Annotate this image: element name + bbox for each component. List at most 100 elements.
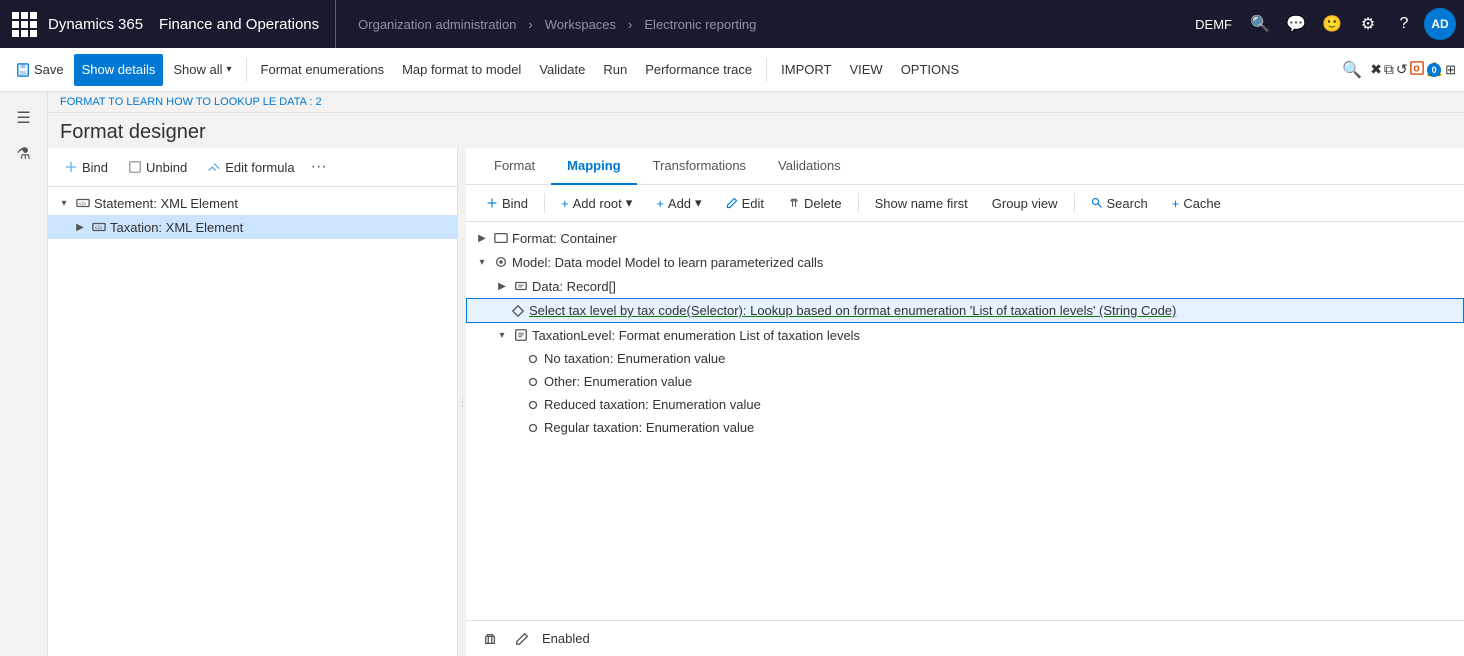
cache-button[interactable]: + Cache — [1164, 192, 1229, 215]
user-avatar[interactable]: AD — [1424, 8, 1456, 40]
toolbar-divider-1 — [246, 58, 247, 82]
statement-expand-icon[interactable]: ▾ — [56, 195, 72, 211]
edit-formula-icon — [207, 160, 221, 174]
tab-mapping[interactable]: Mapping — [551, 148, 636, 185]
tab-validations[interactable]: Validations — [762, 148, 857, 185]
bottom-bar: Enabled — [466, 620, 1464, 656]
breadcrumb-sep1: › — [528, 17, 532, 32]
restore-icon[interactable]: ⧉ — [1384, 61, 1394, 78]
page-header: Format designer — [48, 113, 1464, 148]
more-options-button[interactable]: ··· — [307, 154, 331, 180]
tabs-bar: Format Mapping Transformations Validatio… — [466, 148, 1464, 185]
group-view-button[interactable]: Group view — [984, 192, 1066, 215]
toolbar-divider-2 — [766, 58, 767, 82]
cross-icon[interactable]: ✖ — [1370, 61, 1382, 78]
search-button[interactable]: Search — [1083, 192, 1156, 215]
add-root-plus-icon: + — [561, 196, 569, 211]
save-button[interactable]: Save — [8, 54, 72, 86]
edit-formula-button[interactable]: Edit formula — [199, 156, 302, 179]
chat-icon[interactable]: 💬 — [1280, 8, 1312, 40]
help-icon[interactable]: ? — [1388, 8, 1420, 40]
grid-icon[interactable]: ⊞ — [1445, 62, 1456, 78]
settings-nav-icon[interactable]: ⚙ — [1352, 8, 1384, 40]
breadcrumb-workspaces[interactable]: Workspaces — [545, 17, 616, 32]
performance-trace-button[interactable]: Performance trace — [637, 54, 760, 86]
left-panel: Bind Unbind Edit formula ··· ▾ — [48, 148, 458, 656]
search-nav-icon[interactable]: 🔍 — [1244, 8, 1276, 40]
tree-item-statement[interactable]: ▾ </> Statement: XML Element — [48, 191, 457, 215]
edit-button[interactable]: Edit — [718, 192, 772, 215]
waffle-icon[interactable] — [8, 8, 40, 40]
model-item-other[interactable]: Other: Enumeration value — [466, 370, 1464, 393]
company-code: DEMF — [1195, 17, 1232, 32]
hamburger-icon[interactable]: ☰ — [6, 100, 42, 136]
main-toolbar: Save Show details Show all ▾ Format enum… — [0, 48, 1464, 92]
map-format-to-model-button[interactable]: Map format to model — [394, 54, 529, 86]
model-item-data[interactable]: ▶ Data: Record[] — [466, 274, 1464, 298]
bind-left-button[interactable]: Bind — [56, 156, 116, 179]
add-root-button[interactable]: + Add root ▾ — [553, 191, 640, 215]
right-panel: Format Mapping Transformations Validatio… — [466, 148, 1464, 656]
delete-button[interactable]: Delete — [780, 192, 850, 215]
model-item-selector[interactable]: Select tax level by tax code(Selector): … — [466, 298, 1464, 323]
tab-transformations[interactable]: Transformations — [637, 148, 762, 185]
import-button[interactable]: IMPORT — [773, 54, 839, 86]
model-tree: ▶ Format: Container ▾ Model: Data model … — [466, 222, 1464, 620]
nav-icons: DEMF 🔍 💬 🙂 ⚙ ? AD — [1195, 8, 1456, 40]
taxation-expand-icon[interactable]: ▶ — [72, 219, 88, 235]
model-item-model[interactable]: ▾ Model: Data model Model to learn param… — [466, 250, 1464, 274]
format-expand-icon[interactable]: ▶ — [474, 230, 490, 246]
view-button[interactable]: VIEW — [841, 54, 890, 86]
model-item-reduced[interactable]: Reduced taxation: Enumeration value — [466, 393, 1464, 416]
show-name-first-button[interactable]: Show name first — [867, 192, 976, 215]
add-button[interactable]: + Add ▾ — [648, 191, 709, 215]
status-text: Enabled — [542, 631, 590, 646]
add-root-chevron-icon: ▾ — [626, 195, 633, 211]
bind-left-icon — [64, 160, 78, 174]
enum-value-icon-4 — [526, 421, 540, 435]
bind-map-button[interactable]: Bind — [478, 192, 536, 215]
taxationlevel-expand-icon[interactable]: ▾ — [494, 327, 510, 343]
delete-icon — [788, 197, 800, 209]
tree-item-taxation[interactable]: ▶ </> Taxation: XML Element — [48, 215, 457, 239]
data-expand-icon[interactable]: ▶ — [494, 278, 510, 294]
brand: Dynamics 365 Finance and Operations — [48, 0, 336, 48]
unbind-button[interactable]: Unbind — [120, 156, 195, 179]
model-expand-icon[interactable]: ▾ — [474, 254, 490, 270]
filter-icon[interactable]: ⚗ — [6, 136, 42, 172]
notification-icon[interactable]: 🔔 0 — [1426, 61, 1443, 78]
add-chevron-icon: ▾ — [695, 195, 702, 211]
record-icon — [514, 279, 528, 293]
show-all-button[interactable]: Show all ▾ — [165, 54, 239, 86]
bind-map-icon — [486, 197, 498, 209]
unbind-icon — [128, 160, 142, 174]
validate-button[interactable]: Validate — [531, 54, 593, 86]
smiley-icon[interactable]: 🙂 — [1316, 8, 1348, 40]
office-icon[interactable]: O — [1410, 61, 1424, 78]
content-area: FORMAT TO LEARN HOW TO LOOKUP LE DATA : … — [48, 92, 1464, 656]
taxation-xml-icon: </> — [92, 220, 106, 234]
map-divider-2 — [858, 193, 859, 213]
page-title: Format designer — [60, 121, 1452, 144]
refresh-icon[interactable]: ↺ — [1396, 61, 1408, 78]
brand-d365[interactable]: Dynamics 365 — [48, 16, 143, 33]
breadcrumb-org[interactable]: Organization administration — [358, 17, 516, 32]
model-item-regular[interactable]: Regular taxation: Enumeration value — [466, 416, 1464, 439]
model-item-notaxation[interactable]: No taxation: Enumeration value — [466, 347, 1464, 370]
resize-handle[interactable]: ⋮ — [458, 148, 466, 656]
model-icon — [494, 255, 508, 269]
tab-format[interactable]: Format — [478, 148, 551, 185]
enum-value-icon-2 — [526, 375, 540, 389]
format-enumerations-button[interactable]: Format enumerations — [253, 54, 393, 86]
model-item-format[interactable]: ▶ Format: Container — [466, 226, 1464, 250]
run-button[interactable]: Run — [595, 54, 635, 86]
show-details-button[interactable]: Show details — [74, 54, 164, 86]
delete-bottom-button[interactable] — [478, 627, 502, 651]
container-icon — [494, 231, 508, 245]
toolbar-search-icon[interactable]: 🔍 — [1336, 54, 1368, 86]
options-button[interactable]: OPTIONS — [893, 54, 968, 86]
edit-bottom-button[interactable] — [510, 627, 534, 651]
breadcrumb-er[interactable]: Electronic reporting — [644, 17, 756, 32]
designer-layout: Bind Unbind Edit formula ··· ▾ — [48, 148, 1464, 656]
model-item-taxationlevel[interactable]: ▾ TaxationLevel: Format enumeration List… — [466, 323, 1464, 347]
